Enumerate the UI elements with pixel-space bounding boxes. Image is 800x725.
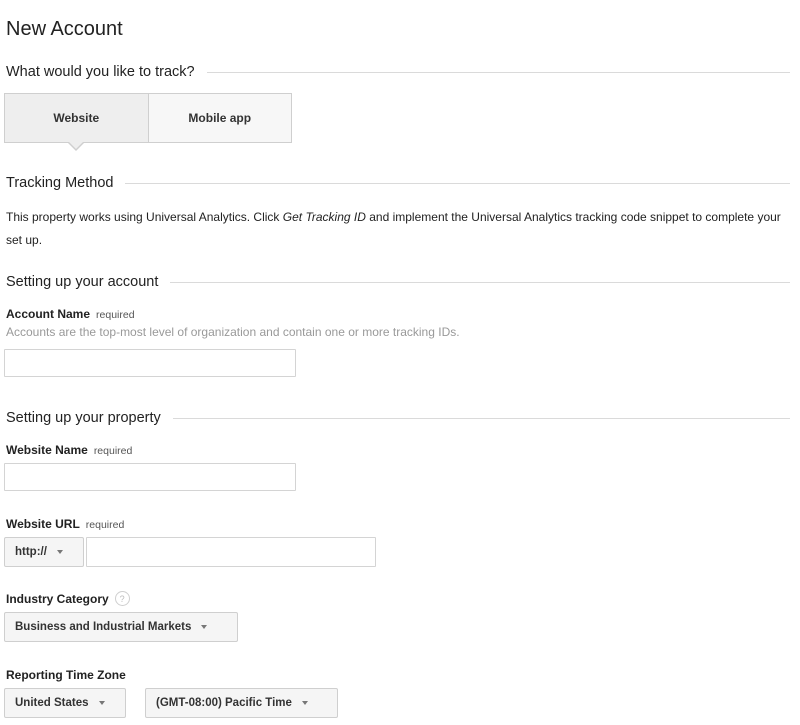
tracking-method-heading: Tracking Method [6,173,790,193]
country-value: United States [15,697,89,709]
divider [170,281,790,283]
country-select[interactable]: United States [4,688,126,718]
divider [125,182,790,184]
description-text-start: This property works using Universal Anal… [6,210,283,224]
tracking-method-label: Tracking Method [6,175,114,191]
account-name-label-row: Account Name required [6,305,135,323]
industry-category-value: Business and Industrial Markets [15,621,192,633]
website-name-input[interactable] [4,463,296,491]
track-section-heading: What would you like to track? [6,62,790,82]
chevron-down-icon [56,550,63,554]
page-title: New Account [6,18,123,40]
reporting-time-zone-label: Reporting Time Zone [6,668,126,682]
website-url-label: Website URL [6,517,80,531]
website-url-input[interactable] [86,537,376,567]
account-section-heading: Setting up your account [6,272,790,292]
timezone-label-row: Reporting Time Zone [6,666,126,684]
mobile-app-option-button[interactable]: Mobile app [148,94,291,142]
industry-category-select[interactable]: Business and Industrial Markets [4,612,238,642]
timezone-value: (GMT-08:00) Pacific Time [156,697,292,709]
industry-label-row: Industry Category? [6,590,130,608]
required-tag: required [85,519,125,531]
chevron-down-icon [301,701,308,705]
industry-category-label: Industry Category [6,592,109,606]
property-heading-label: Setting up your property [6,410,161,426]
protocol-value: http:// [15,546,47,558]
required-tag: required [96,309,135,321]
website-name-label: Website Name [6,443,88,457]
chevron-down-icon [201,625,208,629]
help-icon[interactable]: ? [114,591,130,607]
track-type-toggle: Website Mobile app [4,93,292,151]
account-name-input[interactable] [4,349,296,377]
account-name-help: Accounts are the top-most level of organ… [6,325,460,339]
divider [172,417,790,419]
website-url-label-row: Website URL required [6,515,124,533]
tracking-method-description: This property works using Universal Anal… [6,206,796,252]
property-section-heading: Setting up your property [6,408,790,428]
website-name-label-row: Website Name required [6,441,132,459]
timezone-select[interactable]: (GMT-08:00) Pacific Time [145,688,338,718]
track-heading-label: What would you like to track? [6,64,195,80]
chevron-down-icon [98,701,105,705]
account-name-label: Account Name [6,307,91,321]
protocol-select[interactable]: http:// [4,537,84,567]
account-heading-label: Setting up your account [6,274,159,290]
required-tag: required [93,445,133,457]
divider [206,71,790,73]
website-option-button[interactable]: Website [5,94,149,151]
get-tracking-id-emphasis: Get Tracking ID [282,210,366,224]
